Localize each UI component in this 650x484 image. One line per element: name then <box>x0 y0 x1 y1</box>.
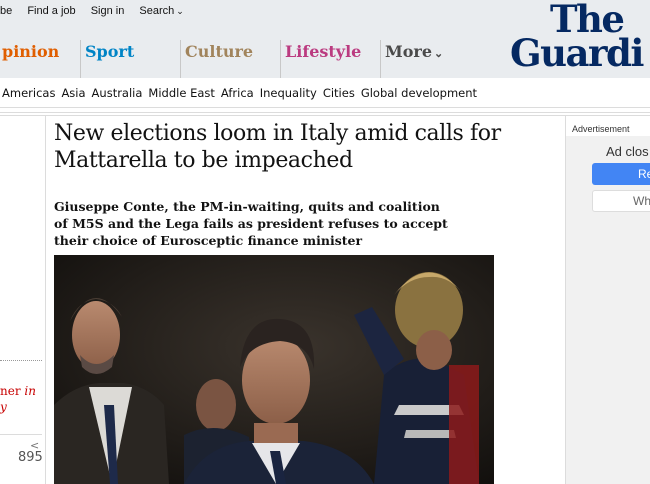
share-count: 895 <box>18 450 43 465</box>
article-main-image <box>54 255 494 484</box>
article-photo-illustration <box>54 255 494 484</box>
sub-navigation: Americas Asia Australia Middle East Africa In… <box>0 78 650 108</box>
byline[interactable]: ner in y <box>0 383 36 415</box>
pillar-more[interactable]: More ⌄ <box>380 40 443 78</box>
find-a-job-link[interactable]: Find a job <box>27 5 75 17</box>
subnav-item-inequality[interactable]: Inequality <box>260 86 317 100</box>
subnav-item-asia[interactable]: Asia <box>61 86 85 100</box>
top-links: be Find a job Sign in Search ⌄ <box>0 5 208 17</box>
ad-closed-text: Ad clos <box>606 144 649 159</box>
subnav-item-australia[interactable]: Australia <box>92 86 143 100</box>
subnav-item-americas[interactable]: Americas <box>2 86 55 100</box>
subnav-item-global-development[interactable]: Global development <box>361 86 477 100</box>
ad-panel: Ad clos Re Wh <box>566 136 650 484</box>
subnav-item-africa[interactable]: Africa <box>221 86 254 100</box>
left-meta-column: ner in y < 895 <box>0 116 46 484</box>
divider <box>0 112 650 116</box>
right-ad-column: Advertisement Ad clos Re Wh <box>565 116 650 484</box>
subscribe-link[interactable]: be <box>0 5 12 17</box>
chevron-down-icon: ⌄ <box>176 6 184 16</box>
article-standfirst: Giuseppe Conte, the PM-in-waiting, quits… <box>54 199 448 248</box>
advertisement-label: Advertisement <box>572 124 630 134</box>
pillar-opinion[interactable]: pinion <box>0 40 59 78</box>
subnav-item-cities[interactable]: Cities <box>323 86 355 100</box>
subnav-item-middle-east[interactable]: Middle East <box>148 86 214 100</box>
search-link[interactable]: Search ⌄ <box>139 5 195 17</box>
article-headline: New elections loom in Italy amid calls f… <box>54 121 501 173</box>
guardian-logo[interactable]: The Guardi <box>510 0 650 78</box>
byline-location: y <box>0 400 7 414</box>
ad-why-button[interactable]: Wh <box>592 190 650 212</box>
more-label: More <box>385 42 432 61</box>
byline-name: ner <box>0 384 21 398</box>
pillar-sport[interactable]: Sport <box>80 40 134 78</box>
divider <box>0 434 42 435</box>
chevron-down-icon: ⌄ <box>434 47 444 60</box>
pillar-culture[interactable]: Culture <box>180 40 253 78</box>
ad-report-button[interactable]: Re <box>592 163 650 185</box>
sign-in-link[interactable]: Sign in <box>91 5 125 17</box>
divider <box>0 360 42 361</box>
logo-line-2: Guardi <box>510 31 644 75</box>
top-bar: be Find a job Sign in Search ⌄ pinion Spo… <box>0 0 650 78</box>
pillar-lifestyle[interactable]: Lifestyle <box>280 40 361 78</box>
byline-in: in <box>24 384 36 398</box>
search-label: Search <box>139 5 175 17</box>
